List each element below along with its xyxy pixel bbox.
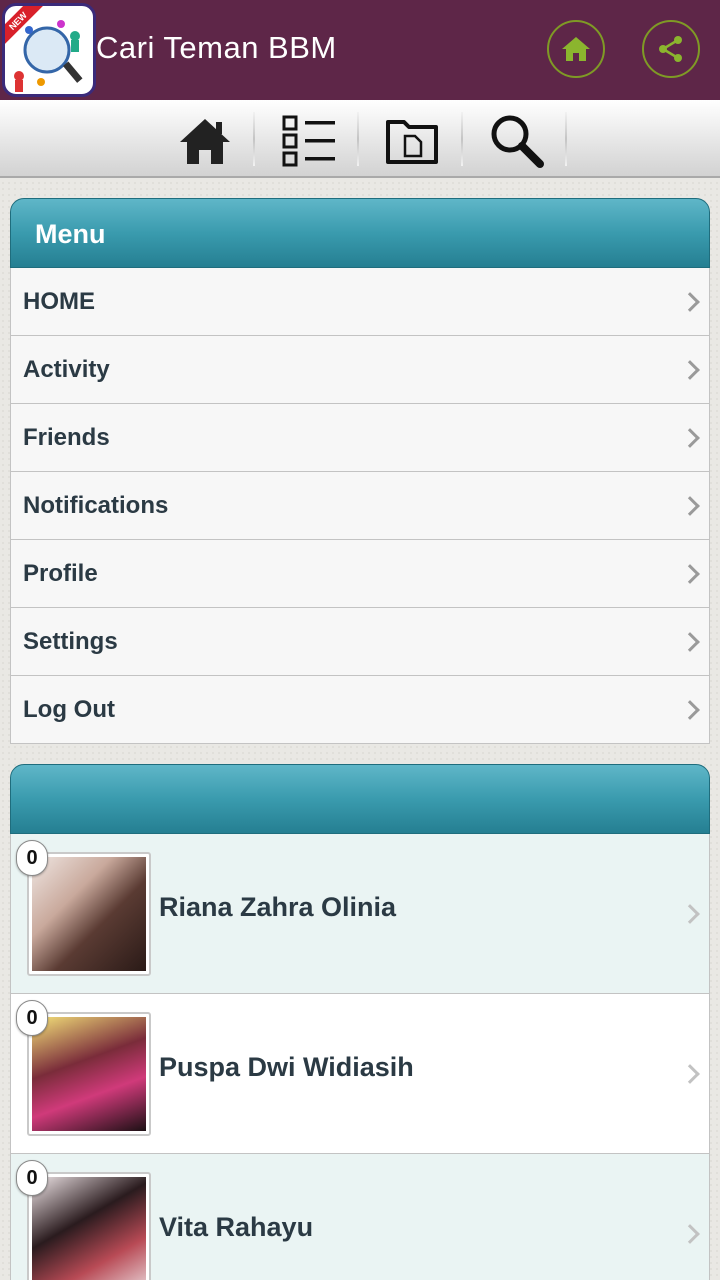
home-icon <box>180 119 230 164</box>
count-badge: 0 <box>16 1160 48 1196</box>
menu-panel: Menu HOME Activity Friends Notifications Pro… <box>10 198 710 744</box>
chevron-right-icon <box>680 291 700 312</box>
friends-panel: 0 Riana Zahra Olinia 0 Puspa Dwi Widiasih 0 V… <box>10 764 710 1280</box>
chevron-right-icon <box>680 427 700 448</box>
list-icon <box>282 115 335 167</box>
friend-name: Puspa Dwi Widiasih <box>159 1052 414 1082</box>
toolbar-home-button[interactable] <box>174 112 236 170</box>
menu-item-label: Settings <box>23 628 118 655</box>
menu-item-activity[interactable]: Activity <box>10 336 710 404</box>
chevron-right-icon <box>680 699 700 720</box>
friend-list: 0 Riana Zahra Olinia 0 Puspa Dwi Widiasih 0 V… <box>10 834 710 1280</box>
friends-header <box>10 764 710 834</box>
menu-item-label: Profile <box>23 560 98 587</box>
friend-name: Riana Zahra Olinia <box>159 892 397 922</box>
chevron-right-icon <box>680 359 700 380</box>
menu-item-label: Notifications <box>23 492 169 519</box>
app-title: Cari Teman BBM <box>96 30 337 65</box>
folder-icon <box>386 120 438 164</box>
chevron-right-icon <box>680 631 700 652</box>
toolbar-divider <box>565 112 567 166</box>
action-bar: NEW Cari Teman BBM <box>0 0 720 100</box>
friend-row[interactable]: 0 Riana Zahra Olinia <box>10 834 710 994</box>
toolbar-divider <box>357 112 359 166</box>
home-icon <box>562 37 590 61</box>
friend-row[interactable]: 0 Vita Rahayu <box>10 1154 710 1280</box>
menu-item-notifications[interactable]: Notifications <box>10 472 710 540</box>
share-icon <box>659 36 682 62</box>
friend-name: Vita Rahayu <box>159 1212 314 1242</box>
avatar <box>27 1012 151 1136</box>
toolbar-list-button[interactable] <box>278 112 340 170</box>
app-logo[interactable]: NEW <box>2 3 96 97</box>
avatar-photo <box>32 1177 146 1280</box>
menu-item-friends[interactable]: Friends <box>10 404 710 472</box>
chevron-right-icon <box>680 495 700 516</box>
menu-item-home[interactable]: HOME <box>10 268 710 336</box>
home-button[interactable] <box>547 20 605 78</box>
search-icon <box>491 115 544 168</box>
count-badge: 0 <box>16 1000 48 1036</box>
friend-row[interactable]: 0 Puspa Dwi Widiasih <box>10 994 710 1154</box>
menu-header: Menu <box>10 198 710 268</box>
count-badge: 0 <box>16 840 48 876</box>
menu-list: HOME Activity Friends Notifications Profile S… <box>10 268 710 744</box>
toolbar-folder-button[interactable] <box>381 112 443 170</box>
chevron-right-icon <box>680 563 700 584</box>
toolbar <box>0 100 720 178</box>
chevron-right-icon <box>680 1223 700 1244</box>
share-button[interactable] <box>642 20 700 78</box>
chevron-right-icon <box>680 1063 700 1084</box>
menu-item-label: Friends <box>23 424 110 451</box>
toolbar-divider <box>253 112 255 166</box>
chevron-right-icon <box>680 903 700 924</box>
menu-item-label: Log Out <box>23 696 115 723</box>
menu-item-label: HOME <box>23 288 95 315</box>
menu-item-profile[interactable]: Profile <box>10 540 710 608</box>
avatar-photo <box>32 1017 146 1131</box>
menu-item-settings[interactable]: Settings <box>10 608 710 676</box>
menu-item-log-out[interactable]: Log Out <box>10 676 710 744</box>
menu-item-label: Activity <box>23 356 110 383</box>
toolbar-divider <box>461 112 463 166</box>
avatar-photo <box>32 857 146 971</box>
toolbar-search-button[interactable] <box>485 112 547 170</box>
avatar <box>27 852 151 976</box>
